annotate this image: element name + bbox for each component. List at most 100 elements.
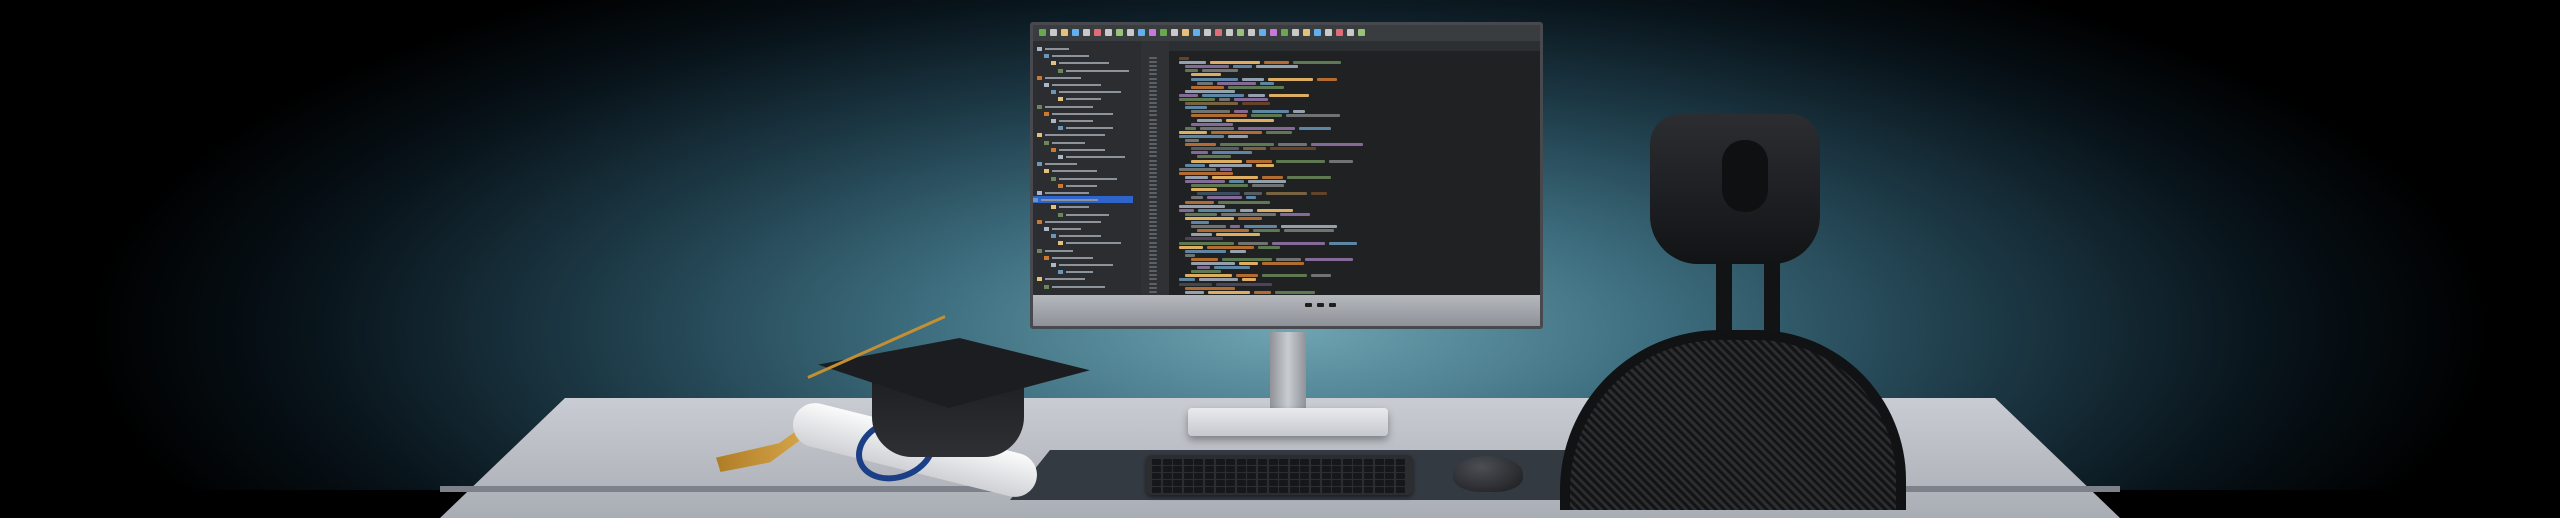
toolbar-button-icon — [1303, 29, 1310, 36]
keyboard-key — [1300, 473, 1309, 479]
file-icon — [1044, 256, 1049, 260]
graduation-cap-icon — [818, 338, 1090, 408]
keyboard-key — [1237, 480, 1246, 486]
tree-row-bar — [1045, 192, 1089, 194]
keyboard-key — [1290, 466, 1299, 472]
tree-row-bar — [1059, 91, 1121, 93]
monitor-chin — [1033, 295, 1540, 326]
ide-project-tree — [1033, 41, 1142, 295]
code-token — [1269, 94, 1309, 97]
code-token — [1256, 65, 1298, 68]
code-token — [1219, 98, 1230, 101]
tree-row — [1037, 103, 1093, 110]
line-number-mark — [1149, 221, 1157, 223]
keyboard-key — [1300, 466, 1309, 472]
code-token — [1239, 262, 1258, 265]
code-token — [1191, 160, 1242, 163]
mouse-icon — [1453, 456, 1523, 492]
code-token — [1252, 184, 1284, 187]
code-token — [1179, 283, 1212, 286]
line-number-mark — [1149, 278, 1157, 280]
line-number-mark — [1149, 217, 1157, 219]
code-token — [1179, 94, 1198, 97]
code-token — [1244, 225, 1277, 228]
line-number-mark — [1149, 78, 1157, 80]
code-token — [1179, 246, 1203, 249]
code-token — [1242, 102, 1270, 105]
tree-row-bar — [1041, 199, 1098, 201]
line-number-mark — [1149, 233, 1157, 235]
tree-row-bar — [1066, 70, 1129, 72]
keyboard-key — [1194, 459, 1203, 465]
line-number-mark — [1149, 184, 1157, 186]
keyboard-key — [1226, 480, 1235, 486]
line-number-mark — [1149, 225, 1157, 227]
tree-row-bar — [1045, 77, 1081, 79]
line-number-mark — [1149, 86, 1157, 88]
monitor-button — [1317, 303, 1324, 307]
line-number-mark — [1149, 65, 1157, 67]
tree-row-bar — [1066, 242, 1121, 244]
code-token — [1191, 270, 1221, 273]
code-token — [1242, 78, 1264, 81]
keyboard-key — [1216, 459, 1225, 465]
code-token — [1242, 278, 1256, 281]
toolbar-button-icon — [1149, 29, 1156, 36]
line-number-mark — [1149, 237, 1157, 239]
keyboard-key — [1396, 480, 1405, 486]
line-number-mark — [1149, 90, 1157, 92]
tree-row — [1037, 247, 1073, 254]
tree-row — [1044, 52, 1089, 59]
code-token — [1199, 278, 1238, 281]
keyboard-key — [1237, 473, 1246, 479]
code-token — [1260, 82, 1274, 85]
file-icon — [1044, 169, 1049, 173]
code-token — [1208, 291, 1250, 294]
code-token — [1258, 246, 1280, 249]
code-token — [1228, 135, 1248, 138]
tree-row-bar — [1052, 113, 1113, 115]
line-number-mark — [1149, 188, 1157, 190]
line-number-mark — [1149, 147, 1157, 149]
keyboard-key — [1152, 459, 1161, 465]
toolbar-button-icon — [1127, 29, 1134, 36]
keyboard-key — [1194, 480, 1203, 486]
keyboard-key — [1173, 466, 1182, 472]
line-number-mark — [1149, 73, 1157, 75]
tree-row-bar — [1052, 55, 1089, 57]
toolbar-button-icon — [1336, 29, 1343, 36]
code-token — [1191, 233, 1212, 236]
ide-toolbar — [1033, 25, 1540, 41]
code-token — [1229, 180, 1244, 183]
keyboard-key — [1300, 480, 1309, 486]
tree-row — [1051, 88, 1121, 95]
keyboard-key — [1311, 480, 1320, 486]
code-token — [1222, 258, 1272, 261]
toolbar-button-icon — [1292, 29, 1299, 36]
code-token — [1248, 94, 1265, 97]
keyboard-key — [1332, 480, 1341, 486]
keyboard-key — [1226, 473, 1235, 479]
code-token — [1191, 123, 1233, 126]
code-token — [1329, 160, 1353, 163]
code-token — [1278, 143, 1307, 146]
file-icon — [1058, 213, 1063, 217]
tree-row — [1051, 232, 1101, 239]
toolbar-button-icon — [1325, 29, 1332, 36]
photo-scene — [0, 0, 2560, 490]
line-number-mark — [1149, 201, 1157, 203]
keyboard-key — [1385, 480, 1394, 486]
code-token — [1238, 242, 1268, 245]
code-token — [1244, 192, 1262, 195]
keyboard-key — [1205, 459, 1214, 465]
file-icon — [1044, 141, 1049, 145]
tree-row — [1051, 117, 1093, 124]
code-token — [1179, 205, 1225, 208]
code-token — [1191, 114, 1247, 117]
tree-row — [1051, 146, 1105, 153]
line-number-mark — [1149, 82, 1157, 84]
code-token — [1276, 160, 1325, 163]
tree-row — [1058, 239, 1121, 246]
keyboard-key — [1343, 480, 1352, 486]
tree-row-bar — [1045, 278, 1085, 280]
